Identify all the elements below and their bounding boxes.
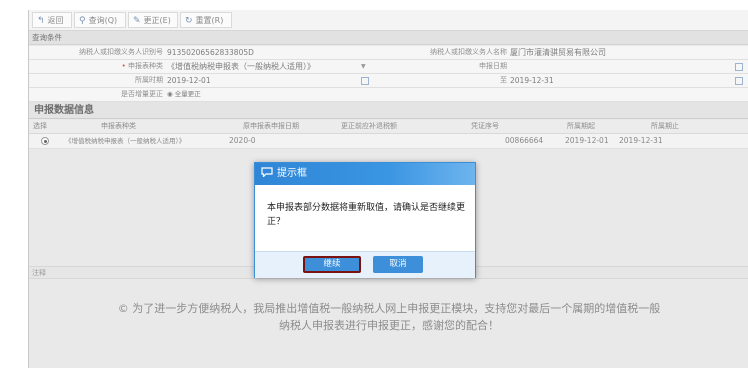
refresh-icon: ↻ — [185, 16, 193, 26]
taxpayer-name-label: 纳税人或扣缴义务人名称 — [430, 48, 507, 56]
full-correction-radio[interactable]: ◉ 全量更正 — [167, 88, 201, 101]
back-label: 返回 — [47, 16, 64, 25]
chevron-down-icon[interactable]: ▼ — [361, 60, 366, 73]
query-button[interactable]: ⚲ 查询(Q) — [74, 12, 126, 28]
calendar-icon[interactable] — [361, 77, 369, 85]
continue-button[interactable]: 继续 — [303, 256, 361, 273]
edit-icon: ✎ — [133, 16, 141, 26]
back-button[interactable]: ↰ 返回 — [32, 12, 72, 28]
report-type-row: • 申报表种类 《增值税纳税申报表（一般纳税人适用）》 ▼ 申报日期 — [29, 60, 748, 74]
table-row[interactable]: 《增值税纳税申报表（一般纳税人适用）》 2020-0 00866664 2019… — [29, 134, 748, 149]
period-label: 所属时期 — [135, 76, 163, 84]
period-end-cell: 2019-12-31 — [619, 136, 663, 145]
dialog-footer: 继续 取消 — [255, 251, 475, 278]
full-correction-label: 全量更正 — [174, 90, 201, 98]
vat-correction-row: 是否增量更正 ◉ 全量更正 — [29, 88, 748, 102]
query-section-header: 查询条件 — [29, 31, 748, 45]
reset-label: 重置(R) — [195, 16, 224, 25]
correct-button[interactable]: ✎ 更正(E) — [128, 12, 178, 28]
voucher-cell: 00866664 — [505, 136, 544, 145]
query-label: 查询(Q) — [88, 16, 118, 25]
column-header: 申报表种类 — [101, 122, 136, 130]
calendar-icon[interactable] — [735, 63, 743, 71]
period-start-input[interactable]: 2019-12-01 — [167, 74, 211, 87]
row-select-radio[interactable] — [41, 137, 49, 145]
period-start-cell: 2019-12-01 — [565, 136, 609, 145]
report-type-label-text: 申报表种类 — [128, 62, 163, 70]
radio-icon: ◉ — [167, 90, 175, 98]
table-header: 选择 申报表种类 原申报表申报日期 更正前应补退税额 凭证序号 所属期起 所属期… — [29, 120, 748, 134]
dialog-title-bar[interactable]: 提示框 — [255, 163, 475, 185]
notice-line-1: © 为了进一步方便纳税人，我局推出增值税一般纳税人网上申报更正模块，支持您对最后… — [117, 302, 661, 315]
dialog-title: 提示框 — [277, 168, 307, 179]
reset-button[interactable]: ↻ 重置(R) — [180, 12, 232, 28]
taxpayer-id-value: 91350206562833805D — [167, 48, 254, 57]
column-header: 更正前应补退税额 — [341, 122, 397, 130]
report-type-label: • 申报表种类 — [99, 60, 163, 73]
report-type-cell: 《增值税纳税申报表（一般纳税人适用）》 — [65, 137, 186, 145]
period-to-label: 至 — [500, 76, 507, 84]
cancel-button[interactable]: 取消 — [373, 256, 423, 273]
calendar-icon[interactable] — [735, 77, 743, 85]
period-row: 所属时期 2019-12-01 至 2019-12-31 — [29, 74, 748, 88]
confirm-dialog: 提示框 本申报表部分数据将重新取值，请确认是否继续更正？ 继续 取消 — [254, 162, 476, 278]
period-end-input[interactable]: 2019-12-31 — [510, 74, 554, 87]
column-header: 所属期起 — [567, 122, 595, 130]
correct-label: 更正(E) — [143, 16, 171, 25]
search-icon: ⚲ — [79, 16, 86, 26]
declaration-section-header: 申报数据信息 — [29, 102, 748, 119]
dialog-message: 本申报表部分数据将重新取值，请确认是否继续更正？ — [267, 203, 466, 227]
report-date-label: 申报日期 — [479, 62, 507, 70]
column-header: 选择 — [33, 122, 47, 130]
toolbar: ↰ 返回 ⚲ 查询(Q) ✎ 更正(E) ↻ 重置(R) — [29, 10, 748, 31]
taxpayer-id-label: 纳税人或扣缴义务人识别号 — [79, 48, 163, 56]
report-date-cell: 2020-0 — [229, 136, 256, 145]
column-header: 凭证序号 — [471, 122, 499, 130]
column-header: 原申报表申报日期 — [243, 122, 299, 130]
vat-correction-label: 是否增量更正 — [121, 90, 163, 98]
taxpayer-row: 纳税人或扣缴义务人识别号 91350206562833805D 纳税人或扣缴义务… — [29, 46, 748, 60]
column-header: 所属期止 — [651, 122, 679, 130]
message-icon — [261, 167, 273, 177]
report-type-select[interactable]: 《增值税纳税申报表（一般纳税人适用）》 — [167, 60, 315, 73]
notice-line-2: 纳税人申报表进行申报更正，感谢您的配合！ — [279, 319, 499, 332]
taxpayer-name-value: 厦门市灌清骐贸易有限公司 — [510, 48, 606, 57]
back-arrow-icon: ↰ — [37, 16, 45, 26]
